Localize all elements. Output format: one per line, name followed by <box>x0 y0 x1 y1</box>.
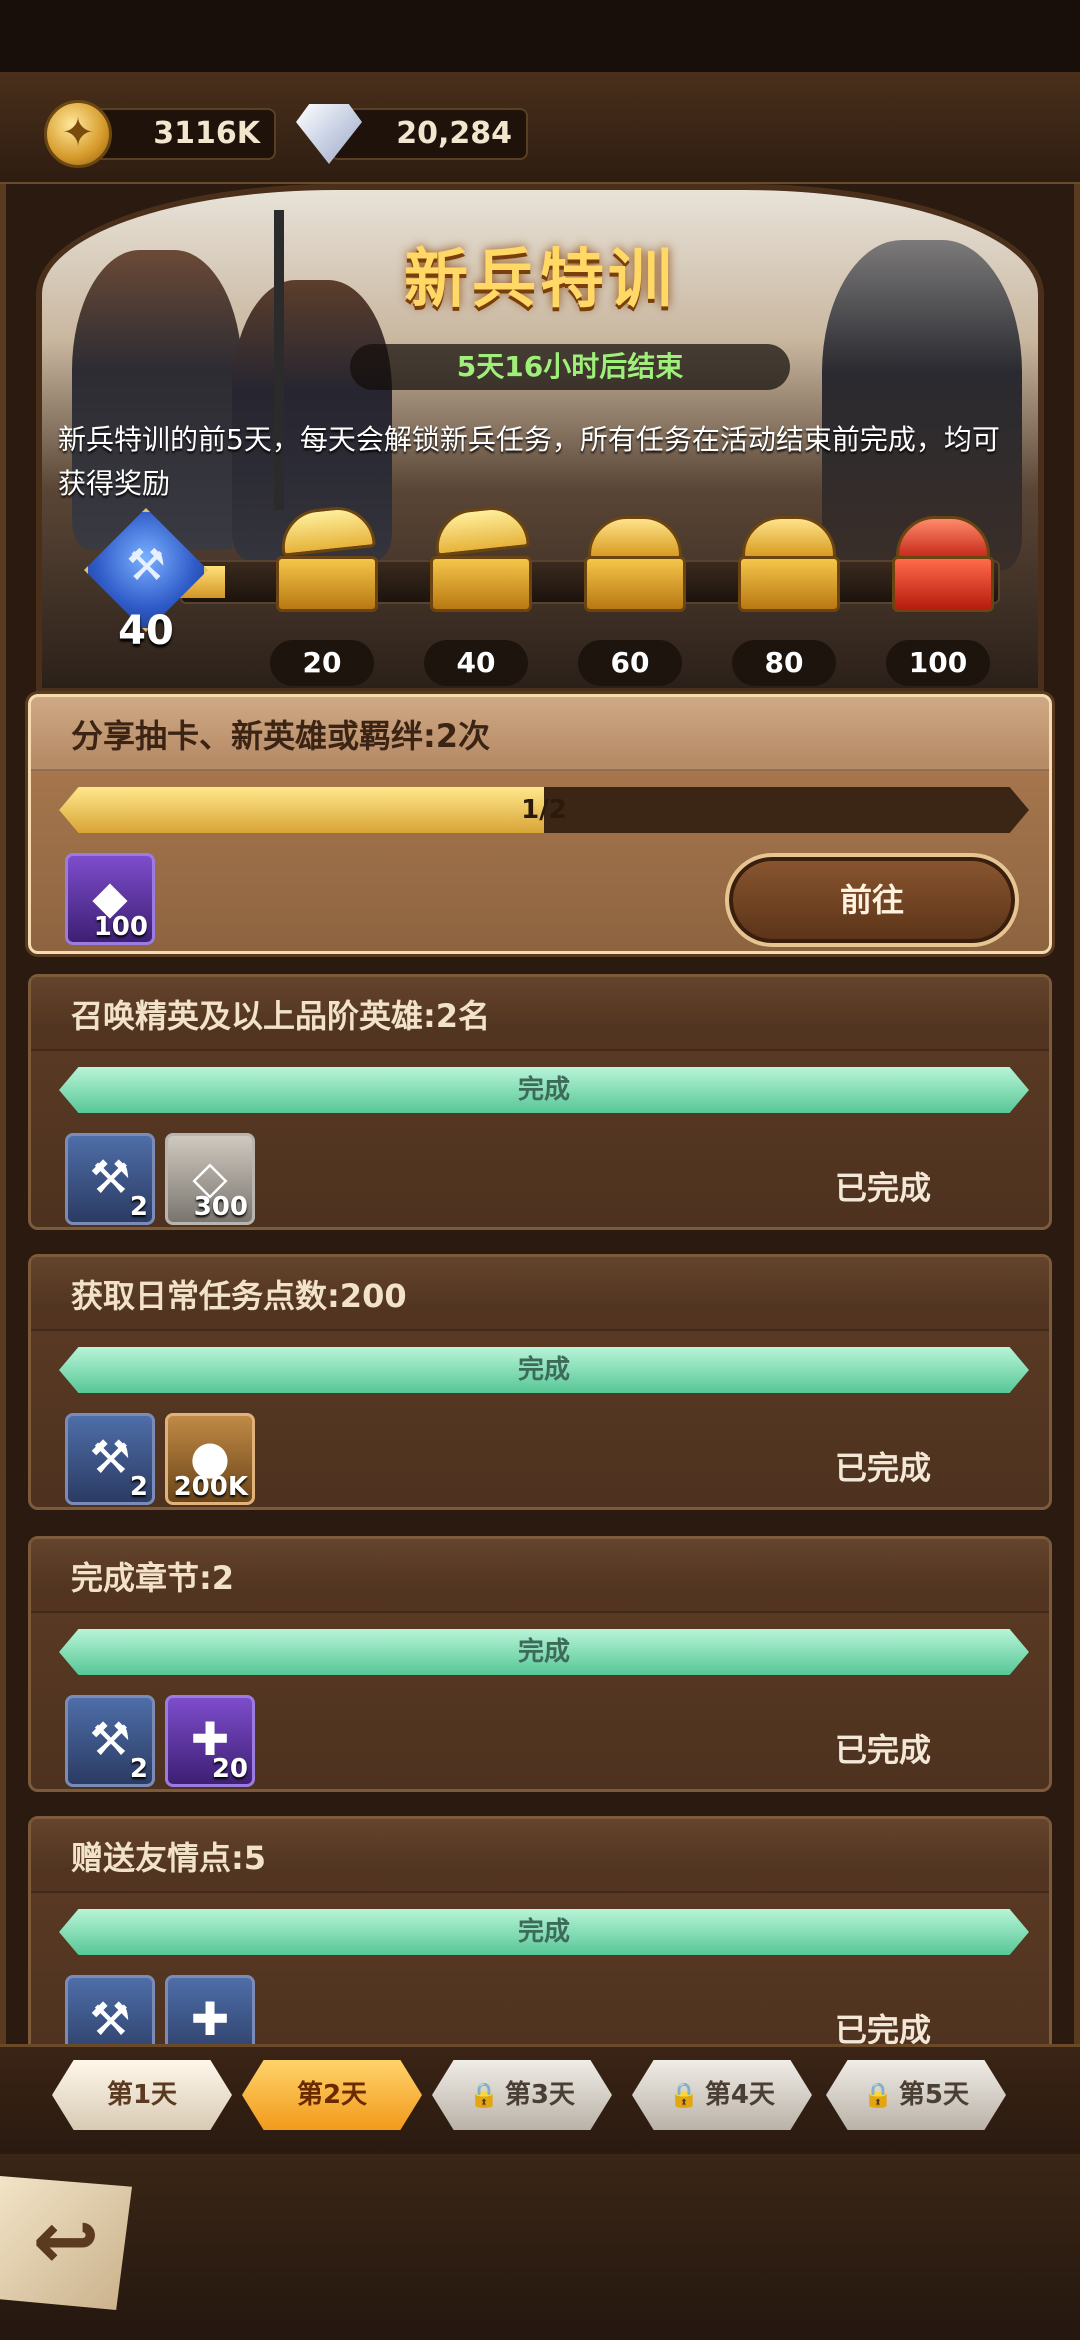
reward-count: 200K <box>173 1472 248 1502</box>
reward-count: 2 <box>129 1754 148 1784</box>
rank-badge-icon: ⚒ <box>126 540 166 591</box>
task-title: 完成章节:2 <box>71 1559 235 1597</box>
go-button[interactable]: 前往 <box>725 853 1019 947</box>
reward-item[interactable]: ⚒ 2 <box>65 1413 155 1505</box>
tab-label: 第5天 <box>898 2080 969 2110</box>
task-progress-text: 完成 <box>517 1637 570 1667</box>
reward-count: 100 <box>93 912 148 942</box>
task-card: 获取日常任务点数:200 完成 ⚒ 2 ● 200K 已完成 <box>28 1254 1052 1510</box>
task-progress-bar: 完成 <box>59 1067 1029 1113</box>
task-progress-bar: 1/2 <box>59 787 1029 833</box>
task-card: 召唤精英及以上品阶英雄:2名 完成 ⚒ 2 ◇ 300 已完成 <box>28 974 1052 1230</box>
milestone-label: 40 <box>424 640 528 686</box>
task-status: 已完成 <box>834 1731 931 1769</box>
event-screen: 3116K ✦ 20,284 新兵特训 5天16小时后结束 新兵特训的前5天，每… <box>0 0 1080 2340</box>
milestone-chest-80[interactable] <box>734 510 844 614</box>
task-title: 分享抽卡、新英雄或羁绊:2次 <box>71 717 491 755</box>
reward-count: 2 <box>129 1472 148 1502</box>
tab-day-5[interactable]: 🔒 第5天 <box>826 2060 1006 2130</box>
reward-count: 2 <box>129 1192 148 1222</box>
back-arrow-icon: ↩ <box>32 2194 100 2287</box>
event-description: 新兵特训的前5天，每天会解锁新兵任务，所有任务在活动结束前完成，均可获得奖励 <box>58 423 1000 500</box>
milestone-chest-40[interactable] <box>426 503 536 614</box>
gold-coin-icon: ✦ <box>44 100 112 168</box>
task-progress-bar: 完成 <box>59 1347 1029 1393</box>
back-button[interactable]: ↩ <box>0 2176 132 2310</box>
task-progress-text: 完成 <box>517 1917 570 1947</box>
task-progress-text: 完成 <box>517 1075 570 1105</box>
reward-item[interactable]: ◇ 300 <box>165 1133 255 1225</box>
bottom-panel <box>0 2154 1080 2340</box>
task-card: 赠送友情点:5 完成 ⚒ ✚ 已完成 <box>28 1816 1052 2072</box>
tab-label: 第4天 <box>704 2080 775 2110</box>
task-title: 召唤精英及以上品阶英雄:2名 <box>71 997 491 1035</box>
lock-icon: 🔒 <box>469 2081 499 2109</box>
reward-count: 300 <box>193 1192 248 1222</box>
points-value: 40 <box>118 608 174 654</box>
task-progress-text: 完成 <box>517 1355 570 1385</box>
task-progress-text: 1/2 <box>521 795 567 825</box>
lock-icon: 🔒 <box>863 2081 893 2109</box>
tab-label: 第3天 <box>504 2080 575 2110</box>
event-title: 新兵特训 <box>404 243 676 317</box>
task-title: 赠送友情点:5 <box>71 1839 267 1877</box>
reward-item[interactable]: ⚒ 2 <box>65 1695 155 1787</box>
reward-item[interactable]: ✚ 20 <box>165 1695 255 1787</box>
gem-amount: 20,284 <box>330 108 528 160</box>
task-progress-bar: 完成 <box>59 1909 1029 1955</box>
milestone-chest-20[interactable] <box>272 503 382 614</box>
tab-day-3[interactable]: 🔒 第3天 <box>432 2060 612 2130</box>
status-bar <box>0 0 1080 72</box>
reward-count: 20 <box>211 1754 248 1784</box>
task-status: 已完成 <box>834 1449 931 1487</box>
task-title: 获取日常任务点数:200 <box>71 1277 407 1315</box>
tab-day-2[interactable]: 第2天 <box>242 2060 422 2130</box>
task-status: 已完成 <box>834 1169 931 1207</box>
reward-item[interactable]: ◆ 100 <box>65 853 155 945</box>
lock-icon: 🔒 <box>669 2081 699 2109</box>
task-progress-bar: 完成 <box>59 1629 1029 1675</box>
reward-item[interactable]: ⚒ 2 <box>65 1133 155 1225</box>
milestone-label: 60 <box>578 640 682 686</box>
event-timer: 5天16小时后结束 <box>350 344 790 390</box>
task-card: 完成章节:2 完成 ⚒ 2 ✚ 20 已完成 <box>28 1536 1052 1792</box>
milestone-chest-60[interactable] <box>580 510 690 614</box>
reward-item[interactable]: ● 200K <box>165 1413 255 1505</box>
tab-day-4[interactable]: 🔒 第4天 <box>632 2060 812 2130</box>
task-card: 分享抽卡、新英雄或羁绊:2次 1/2 ◆ 100 前往 <box>28 694 1052 954</box>
milestone-label: 20 <box>270 640 374 686</box>
milestone-label: 80 <box>732 640 836 686</box>
milestone-label: 100 <box>886 640 990 686</box>
tab-day-1[interactable]: 第1天 <box>52 2060 232 2130</box>
milestone-chest-100[interactable] <box>888 510 998 614</box>
